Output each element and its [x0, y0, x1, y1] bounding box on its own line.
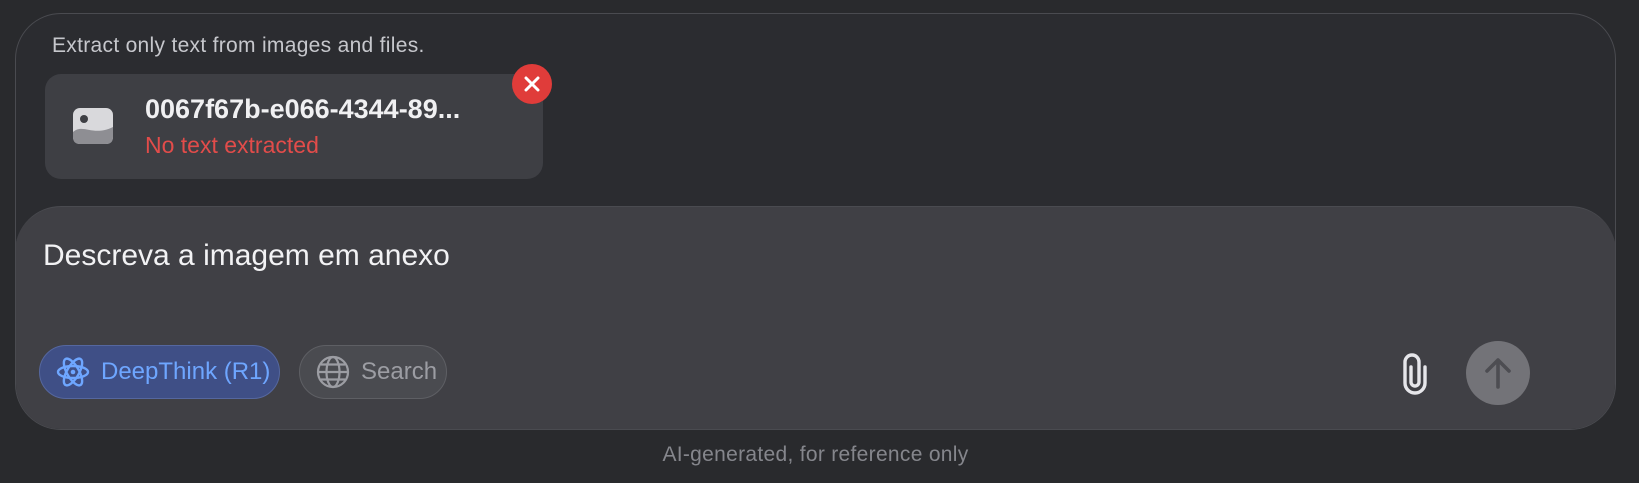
close-icon: [524, 76, 540, 92]
ai-disclaimer: AI-generated, for reference only: [662, 443, 969, 466]
attachment-card[interactable]: 0067f67b-e066-4344-89... No text extract…: [45, 74, 543, 179]
prompt-input-panel[interactable]: Descreva a imagem em anexo DeepThink (R1…: [16, 206, 1615, 429]
chat-composer: Extract only text from images and files.…: [15, 13, 1616, 430]
paperclip-icon[interactable]: [1395, 349, 1435, 397]
search-label: Search: [361, 358, 438, 385]
atom-icon: [56, 357, 90, 387]
deepthink-toggle[interactable]: DeepThink (R1): [39, 345, 280, 399]
search-toggle[interactable]: Search: [299, 345, 447, 399]
prompt-input[interactable]: Descreva a imagem em anexo: [43, 239, 450, 273]
arrow-up-icon: [1485, 358, 1511, 389]
deepthink-label: DeepThink (R1): [101, 358, 271, 385]
attachment-filename: 0067f67b-e066-4344-89...: [145, 94, 461, 124]
globe-icon: [316, 355, 350, 389]
image-file-icon: [73, 108, 113, 144]
extract-hint: Extract only text from images and files.: [52, 34, 425, 57]
attachment-status: No text extracted: [145, 132, 319, 158]
send-button[interactable]: [1466, 341, 1530, 405]
remove-attachment-button[interactable]: [512, 64, 552, 104]
